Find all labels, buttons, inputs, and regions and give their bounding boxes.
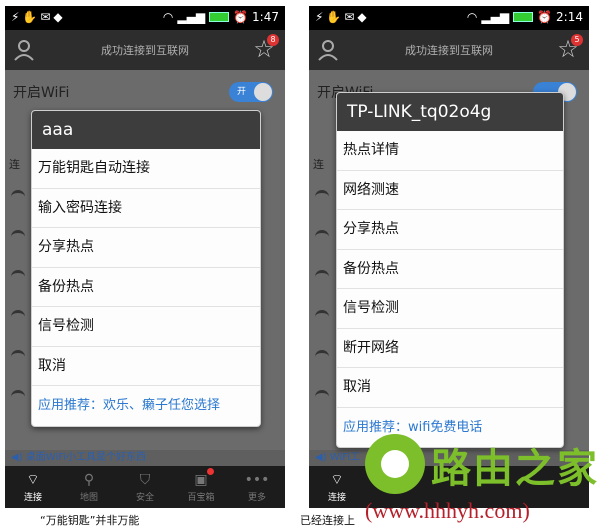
menu-item-share-hotspot[interactable]: 分享热点	[32, 228, 260, 268]
notification-dot	[207, 468, 214, 475]
connection-status-title: 成功连接到互联网	[101, 44, 189, 57]
wifi-icon	[11, 350, 25, 360]
nav-more[interactable]: ••• 更多	[229, 466, 285, 508]
nav-label: 连接	[327, 493, 346, 503]
menu-item-share-hotspot[interactable]: 分享热点	[337, 210, 563, 250]
menu-item-disconnect[interactable]: 断开网络	[337, 329, 563, 368]
battery-icon	[209, 12, 230, 22]
alarm-icon: ⏰	[233, 10, 249, 24]
speaker-icon: ◀)	[315, 452, 327, 463]
status-right: ◠ ▂▄▆ ⏰ 1:47	[163, 10, 279, 24]
network-action-dialog: aaa 万能钥匙自动连接 输入密码连接 分享热点 备份热点 信号检测 取消 应用…	[31, 110, 261, 427]
watermark-name: 路由之家	[431, 446, 599, 492]
section-label: 连	[9, 158, 20, 171]
app-header: 成功连接到互联网 ☆ 5	[309, 30, 589, 70]
menu-item-speed-test[interactable]: 网络测速	[337, 171, 563, 210]
status-right: ◠ ▂▄▆ ⏰ 2:14	[467, 10, 583, 24]
menu-item-backup-hotspot[interactable]: 备份热点	[337, 250, 563, 289]
alarm-icon: ⏰	[537, 10, 553, 24]
nav-label: 连接	[23, 493, 42, 503]
cell-signal-icon: ▂▄▆	[177, 10, 206, 24]
wifi-icon	[11, 230, 25, 240]
status-time: 1:47	[252, 10, 279, 24]
footer-tip[interactable]: ◀) 桌面WiFi小工具是个好东西	[5, 450, 285, 466]
wifi-signal-icon: ◠	[466, 10, 478, 24]
nav-label: 百宝箱	[187, 493, 215, 503]
wifi-signal-icon: ◠	[162, 10, 174, 24]
nav-connect[interactable]: ⌔ 连接	[309, 466, 365, 508]
caption-right: 已经连接上	[300, 514, 355, 527]
star-badge: 8	[267, 34, 279, 46]
wifi-toggle[interactable]: 开	[229, 82, 273, 102]
app-recommendation-link[interactable]: 应用推荐：欢乐、癞子任您选择	[32, 386, 260, 426]
wifi-icon	[11, 190, 25, 200]
shield-icon: ⛉	[139, 472, 151, 488]
menu-item-auto-connect[interactable]: 万能钥匙自动连接	[32, 149, 260, 189]
dialog-title: TP-LINK_tq02o4g	[337, 93, 563, 131]
wifi-icon	[11, 310, 25, 320]
wifi-icon	[11, 270, 25, 280]
wifi-icon	[315, 350, 329, 360]
network-action-dialog: TP-LINK_tq02o4g 热点详情 网络测速 分享热点 备份热点 信号检测…	[336, 92, 564, 448]
cell-signal-icon: ▂▄▆	[481, 10, 510, 24]
phone-screen-left: ⚡✋✉◆ ◠ ▂▄▆ ⏰ 1:47 成功连接到互联网 ☆ 8 开启WiFi 开 …	[5, 6, 285, 508]
menu-item-hotspot-details[interactable]: 热点详情	[337, 131, 563, 171]
menu-item-signal-check[interactable]: 信号检测	[32, 307, 260, 347]
nav-security[interactable]: ⛉ 安全	[117, 466, 173, 508]
status-bar: ⚡✋✉◆ ◠ ▂▄▆ ⏰ 1:47	[5, 6, 285, 30]
wifi-icon	[315, 190, 329, 200]
status-bar: ⚡✋✉◆ ◠ ▂▄▆ ⏰ 2:14	[309, 6, 589, 30]
speaker-icon: ◀)	[11, 452, 23, 463]
connection-status-title: 成功连接到互联网	[405, 44, 493, 57]
star-badge: 5	[571, 34, 583, 46]
menu-item-cancel[interactable]: 取消	[337, 368, 563, 408]
wifi-icon: ⌔	[26, 472, 40, 488]
nav-toolbox[interactable]: ▣ 百宝箱	[173, 466, 229, 508]
watermark-logo-icon	[365, 434, 425, 494]
status-time: 2:14	[556, 10, 583, 24]
section-label: 连	[313, 158, 324, 171]
wifi-icon	[315, 230, 329, 240]
battery-icon	[513, 12, 534, 22]
app-header: 成功连接到互联网 ☆ 8	[5, 30, 285, 70]
nav-label: 地图	[79, 493, 98, 503]
wifi-icon	[11, 390, 25, 400]
wifi-icon: ⌔	[330, 472, 344, 488]
toolbox-icon: ▣	[194, 472, 208, 488]
more-icon: •••	[244, 472, 270, 488]
nav-map[interactable]: ⚲ 地图	[61, 466, 117, 508]
wifi-toggle-label: 开启WiFi	[13, 85, 70, 101]
menu-item-signal-check[interactable]: 信号检测	[337, 289, 563, 329]
watermark-url: (www.hhhyh.com)	[365, 498, 530, 523]
dialog-title: aaa	[32, 111, 260, 149]
caption-left: “万能钥匙”并非万能	[40, 514, 140, 527]
menu-item-cancel[interactable]: 取消	[32, 347, 260, 386]
footer-tip-text: 桌面WiFi小工具是个好东西	[25, 452, 147, 463]
status-notification-icons: ⚡✋✉◆	[315, 10, 370, 24]
wifi-icon	[315, 310, 329, 320]
wifi-icon	[315, 270, 329, 280]
bottom-nav: ⌔ 连接 ⚲ 地图 ⛉ 安全 ▣ 百宝箱 ••• 更多	[5, 466, 285, 508]
status-notification-icons: ⚡✋✉◆	[11, 10, 66, 24]
site-watermark: 路由之家 (www.hhhyh.com)	[365, 432, 615, 528]
nav-connect[interactable]: ⌔ 连接	[5, 466, 61, 508]
nav-label: 安全	[135, 493, 154, 503]
wifi-icon	[315, 390, 329, 400]
nav-label: 更多	[247, 493, 266, 503]
footer-tip-text: WiFi工	[329, 452, 361, 463]
map-pin-icon: ⚲	[83, 472, 95, 488]
menu-item-enter-password[interactable]: 输入密码连接	[32, 189, 260, 228]
menu-item-backup-hotspot[interactable]: 备份热点	[32, 268, 260, 307]
